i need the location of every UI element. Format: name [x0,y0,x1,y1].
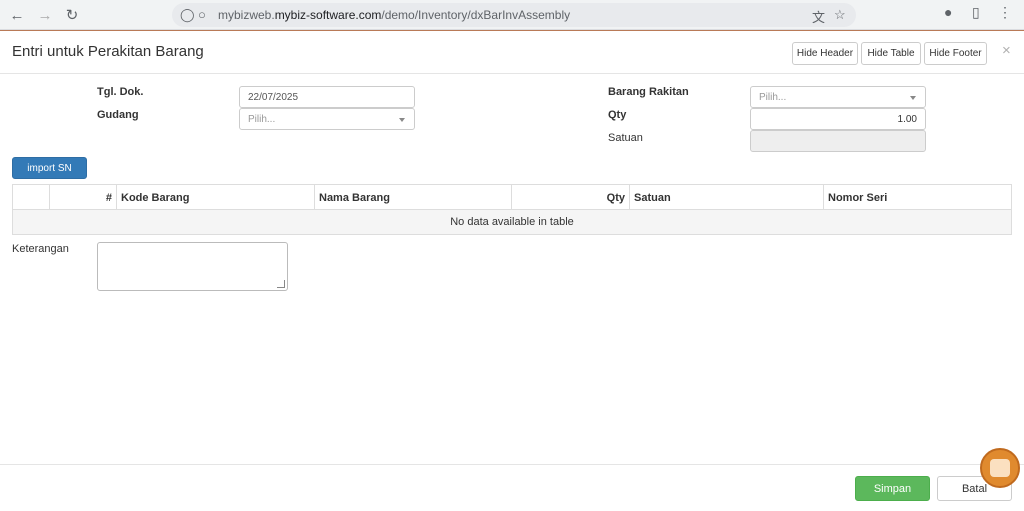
col-number[interactable]: # [50,185,117,210]
col-select[interactable] [13,185,50,210]
qty-input[interactable]: 1.00 [750,108,926,130]
back-icon[interactable]: ← [6,4,28,26]
modal-footer: Simpan Batal [0,464,1024,511]
barang-rakitan-label: Barang Rakitan [608,86,689,98]
qty-label: Qty [608,109,627,121]
tgl-dok-input[interactable]: 22/07/2025 [239,86,415,108]
site-info-icon[interactable]: ◯ [180,7,195,23]
col-qty[interactable]: Qty [512,185,630,210]
assembly-modal: Entri untuk Perakitan Barang Hide Header… [0,30,1024,510]
forward-icon[interactable]: → [34,4,56,26]
hide-table-button[interactable]: Hide Table [861,42,921,65]
hide-header-button[interactable]: Hide Header [792,42,858,65]
chevron-down-icon [910,96,916,100]
satuan-label: Satuan [608,132,643,144]
lock-icon: ○ [198,7,206,22]
bookmark-star-icon[interactable]: ☆ [834,7,846,23]
chevron-down-icon [399,118,405,122]
gudang-select[interactable]: Pilih... [239,108,415,130]
menu-icon[interactable]: ⋮ [998,4,1012,21]
gudang-label: Gudang [97,109,139,121]
url-text: mybizweb.mybiz-software.com/demo/Invento… [218,8,571,22]
browser-toolbar: ← → ↻ ◯ ○ mybizweb.mybiz-software.com/de… [0,0,1024,30]
translate-icon[interactable]: 文 [812,7,825,26]
simpan-button[interactable]: Simpan [855,476,930,501]
col-kode-barang[interactable]: Kode Barang [117,185,315,210]
import-sn-button[interactable]: import SN [12,157,87,179]
table-empty-row: No data available in table [13,210,1011,234]
gudang-placeholder: Pilih... [248,113,276,125]
tgl-dok-label: Tgl. Dok. [97,86,144,98]
profile-icon[interactable]: ● [944,4,952,20]
col-nomor-seri[interactable]: Nomor Seri [824,185,1011,210]
modal-title: Entri untuk Perakitan Barang [12,43,204,60]
chat-assistant-avatar[interactable] [980,448,1020,488]
col-nama-barang[interactable]: Nama Barang [315,185,512,210]
col-satuan[interactable]: Satuan [630,185,824,210]
items-table: # Kode Barang Nama Barang Qty Satuan Nom… [12,184,1012,235]
keterangan-label: Keterangan [12,243,69,255]
barang-rakitan-placeholder: Pilih... [759,91,787,103]
address-bar[interactable]: ◯ ○ mybizweb.mybiz-software.com/demo/Inv… [172,3,856,27]
satuan-field [750,130,926,152]
hide-footer-button[interactable]: Hide Footer [924,42,987,65]
reload-icon[interactable]: ↻ [61,4,83,26]
modal-header: Entri untuk Perakitan Barang Hide Header… [0,31,1024,74]
resize-handle-icon[interactable] [277,280,285,288]
table-header: # Kode Barang Nama Barang Qty Satuan Nom… [13,185,1011,210]
extensions-icon[interactable]: ▯ [972,4,980,21]
keterangan-textarea[interactable] [97,242,288,291]
assistant-face-icon [990,459,1010,477]
close-icon[interactable]: × [1002,42,1011,59]
barang-rakitan-select[interactable]: Pilih... [750,86,926,108]
